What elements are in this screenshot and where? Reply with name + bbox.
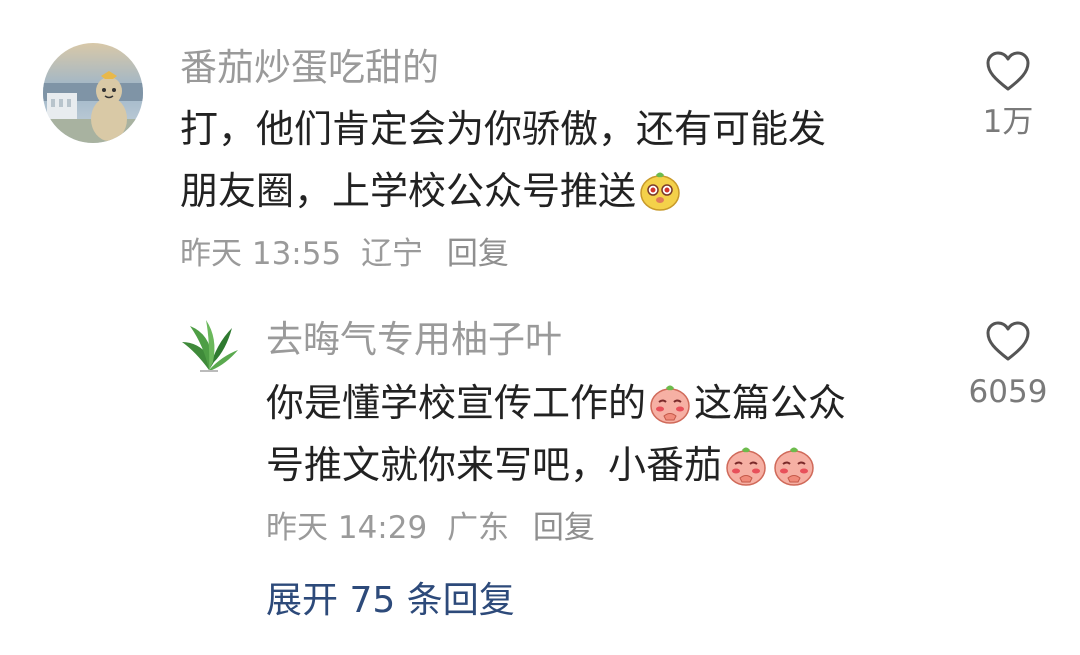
like-count: 6059	[968, 374, 1048, 410]
avatar[interactable]	[176, 312, 242, 378]
shy-tomato-emoji-icon	[722, 440, 770, 488]
like-count: 1万	[982, 104, 1034, 140]
reply-location: 广东	[447, 510, 510, 546]
expand-replies-suffix: 条回复	[406, 580, 515, 621]
comment-content: 打，他们肯定会为你骄傲，还有可能发 朋友圈，上学校公众号推送	[180, 98, 826, 222]
reply-content-text: 号推文就你来写吧，小番茄	[266, 443, 723, 487]
reply-username[interactable]: 去晦气专用柚子叶	[266, 316, 562, 364]
shy-tomato-emoji-icon	[770, 440, 818, 488]
comment-content-line: 朋友圈，上学校公众号推送	[180, 160, 826, 222]
heart-icon[interactable]	[985, 320, 1031, 366]
shy-tomato-emoji-icon	[646, 378, 694, 426]
like-button[interactable]: 6059	[962, 320, 1054, 412]
reply-content-line: 号推文就你来写吧，小番茄	[266, 434, 846, 496]
heart-icon[interactable]	[985, 50, 1031, 96]
like-button[interactable]: 1万	[978, 50, 1038, 142]
reply-time: 昨天 14:29	[266, 510, 428, 546]
comment-meta: 昨天 13:55 辽宁 回复	[180, 234, 509, 274]
reply-button[interactable]: 回复	[447, 236, 509, 272]
comment-time: 昨天 13:55	[180, 236, 342, 272]
reply-content-line: 你是懂学校宣传工作的 这篇公众	[266, 372, 846, 434]
reply-content: 你是懂学校宣传工作的 这篇公众 号推文就你来写吧，小番茄	[266, 372, 846, 496]
expand-replies-count: 75	[349, 580, 396, 621]
reply-button[interactable]: 回复	[533, 510, 595, 546]
comment-username[interactable]: 番茄炒蛋吃甜的	[180, 44, 439, 92]
avatar[interactable]	[43, 43, 143, 143]
comment-content-line: 打，他们肯定会为你骄傲，还有可能发	[180, 107, 827, 151]
comment-content-text: 朋友圈，上学校公众号推送	[180, 169, 637, 213]
expand-replies-button[interactable]: 展开 75 条回复	[266, 578, 515, 624]
reply-content-text: 你是懂学校宣传工作的	[266, 381, 647, 425]
reply-content-text: 这篇公众	[694, 381, 847, 425]
tomato-face-emoji-icon	[636, 166, 684, 214]
comment-location: 辽宁	[361, 236, 424, 272]
expand-replies-prefix: 展开	[266, 580, 339, 621]
reply-meta: 昨天 14:29 广东 回复	[266, 508, 595, 548]
